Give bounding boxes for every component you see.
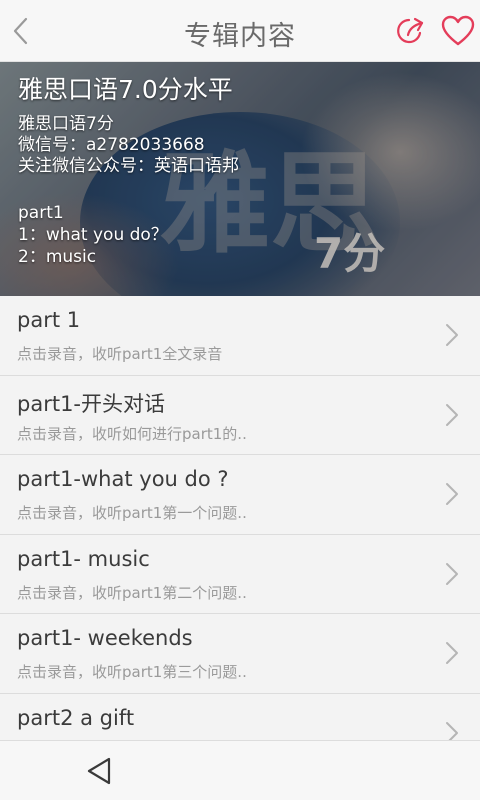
share-icon[interactable]: [394, 14, 428, 48]
list-item[interactable]: part1- weekends 点击录音，收听part1第三个问题..: [0, 614, 480, 694]
list-item[interactable]: part1-开头对话 点击录音，收听如何进行part1的..: [0, 375, 480, 455]
album-desc-line: part1: [18, 203, 64, 223]
item-title: part1- weekends: [17, 626, 193, 650]
chevron-right-icon: [446, 562, 458, 585]
chevron-right-icon: [446, 324, 458, 346]
item-title: part 1: [17, 308, 81, 332]
album-desc-line: 微信号：a2782033668: [18, 135, 205, 155]
top-bar: 专辑内容: [0, 0, 480, 62]
item-title: part1-开头对话: [17, 391, 166, 416]
chevron-right-icon: [446, 403, 458, 426]
heart-icon[interactable]: [440, 14, 476, 48]
chevron-right-icon: [446, 642, 458, 664]
triangle-back-icon[interactable]: [84, 755, 114, 787]
item-title: part2 a gift: [17, 705, 135, 730]
item-subtitle: 点击录音，收听part1第一个问题..: [17, 504, 247, 522]
chevron-right-icon: [446, 483, 458, 505]
album-desc-line: 2：music: [18, 247, 97, 267]
system-nav-bar: [0, 740, 480, 800]
album-desc-line: 1：what you do？: [18, 225, 168, 245]
item-subtitle: 点击录音，收听part1全文录音: [17, 345, 223, 363]
track-list: part 1 点击录音，收听part1全文录音 part1-开头对话 点击录音，…: [0, 296, 480, 773]
album-desc-line: 关注微信公众号：英语口语邦: [18, 156, 239, 176]
list-item[interactable]: part1- music 点击录音，收听part1第二个问题..: [0, 534, 480, 614]
item-subtitle: 点击录音，收听如何进行part1的..: [17, 424, 247, 443]
album-title: 雅思口语7.0分水平: [18, 75, 233, 104]
item-subtitle: 点击录音，收听part1第二个问题..: [17, 583, 247, 602]
item-title: part1-what you do ?: [17, 467, 229, 491]
item-title: part1- music: [17, 546, 150, 571]
list-item[interactable]: part 1 点击录音，收听part1全文录音: [0, 296, 480, 376]
album-desc-line: 雅思口语7分: [18, 114, 114, 134]
album-banner: 雅思 7分 雅思口语7.0分水平 雅思口语7分 微信号：a2782033668 …: [0, 62, 480, 296]
item-subtitle: 点击录音，收听part1第三个问题..: [17, 663, 247, 681]
list-item[interactable]: part1-what you do ? 点击录音，收听part1第一个问题..: [0, 455, 480, 535]
